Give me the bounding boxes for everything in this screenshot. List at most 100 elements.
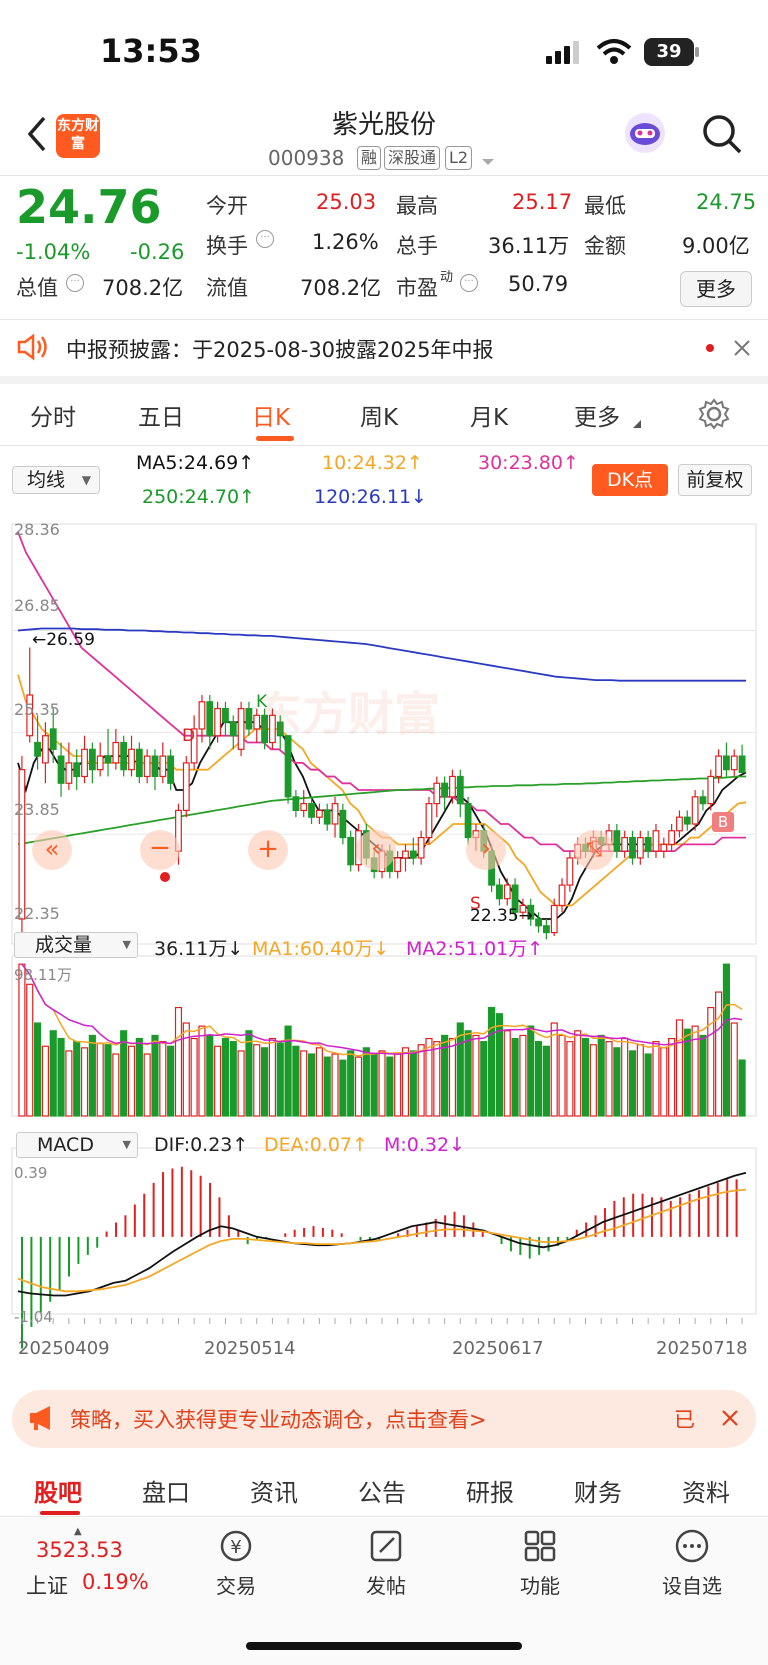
scroll-left-fast-button[interactable]: « [32, 830, 72, 870]
tab-daily-k[interactable]: 日K [252, 398, 290, 432]
macd-dif-line [17, 1171, 747, 1297]
volume-bar [433, 1041, 441, 1117]
candle-body [88, 748, 96, 771]
gear-icon[interactable] [698, 398, 730, 430]
macd-m-label: M:0.32↓ [384, 1134, 466, 1156]
quote-panel: 24.76 -1.04% -0.26 今开 25.03 最高 25.17 最低 … [0, 176, 768, 320]
more-button[interactable]: 更多 [680, 271, 752, 307]
zoom-dot [160, 872, 170, 882]
volume-bar [386, 1056, 394, 1117]
high-marker: ←26.59 [32, 630, 95, 650]
tab-research[interactable]: 研报 [466, 1473, 514, 1508]
tab-intraday[interactable]: 分时 [30, 398, 76, 432]
zoom-out-button[interactable]: − [140, 830, 180, 870]
stock-code: 000938 [268, 146, 345, 170]
change-amount: -0.26 [130, 240, 185, 264]
dropdown-arrow-icon: ▼ [81, 473, 91, 487]
tag-margin: 融 [357, 146, 382, 170]
info-dots-icon[interactable]: ··· [66, 274, 84, 292]
tab-monthly-k[interactable]: 月K [470, 398, 508, 432]
volume-bar [49, 1030, 57, 1117]
nav-trade[interactable]: ¥ 交易 [186, 1528, 286, 1599]
tab-forum[interactable]: 股吧 [34, 1473, 82, 1508]
candle-body [222, 707, 229, 723]
candle-body [135, 748, 143, 778]
index-widget[interactable]: ▲ 3523.53 上证 0.19% [20, 1526, 160, 1602]
index-change: 0.19% [82, 1570, 149, 1594]
tag-l2: L2 [445, 146, 473, 170]
signal-b: B [712, 812, 734, 832]
tab-five-day[interactable]: 五日 [138, 398, 184, 432]
close-icon[interactable] [720, 1408, 740, 1428]
tab-finance[interactable]: 财务 [574, 1473, 622, 1508]
volume-bar [174, 1006, 183, 1117]
tab-market-depth[interactable]: 盘口 [142, 1473, 190, 1508]
volume-ma1-line [21, 963, 743, 1057]
chevron-down-icon[interactable] [481, 152, 495, 165]
search-icon[interactable] [700, 112, 744, 156]
volume-indicator-select[interactable]: 成交量 ▼ [14, 932, 138, 958]
candle-body [206, 701, 214, 737]
volume-bar [394, 1053, 402, 1117]
nav-watchlist-label: 设自选 [662, 1574, 722, 1598]
volume-bar [722, 963, 731, 1117]
volume-bar [18, 963, 26, 1117]
tab-announcements[interactable]: 公告 [358, 1473, 406, 1508]
grid-icon [520, 1528, 560, 1564]
info-tabs: 股吧 盘口 资讯 公告 研报 财务 资料 [0, 1455, 768, 1517]
volume-bar [88, 1034, 96, 1117]
zoom-in-button[interactable]: + [248, 830, 288, 870]
volume-bar [589, 1044, 597, 1117]
scroll-right-button[interactable]: › [466, 830, 506, 870]
tab-more[interactable]: 更多 [574, 398, 620, 432]
amount-value: 9.00亿 [682, 234, 750, 258]
macd-indicator-select[interactable]: MACD ▼ [16, 1132, 138, 1158]
volume-bar [57, 1037, 65, 1117]
scroll-left-button[interactable]: ‹ [356, 830, 396, 870]
ma120-label: 120:26.11↓ [314, 486, 427, 508]
candle-body [315, 809, 323, 818]
kline-chart-area: 均线 ▼ MA5:24.69↑ 10:24.32↑ 30:23.80↑ 250:… [0, 446, 768, 1376]
volume-bar [104, 1044, 112, 1117]
nav-functions[interactable]: 功能 [490, 1528, 590, 1599]
ma-line-ma120 [17, 627, 746, 682]
promo-banner[interactable]: 策略，买入获得更专业动态调仓，点击查看> 已 [12, 1390, 756, 1448]
y-tick-3: 25.35 [14, 700, 60, 719]
notice-text: 中报预披露：于2025-08-30披露2025年中报 [66, 338, 494, 362]
candle-body [496, 884, 503, 900]
volume-bar [151, 1034, 159, 1117]
fullscreen-button[interactable]: ⤡ [574, 830, 614, 870]
stock-header: 东方财富 紫光股份 000938 融 深股通 L2 [0, 100, 768, 176]
volume-value-label: 36.11万↓ [154, 938, 244, 960]
candle-body [41, 735, 49, 764]
nav-post[interactable]: 发帖 [336, 1528, 436, 1599]
tab-weekly-k[interactable]: 周K [360, 398, 398, 432]
candle-body [300, 803, 308, 812]
candle-body [229, 721, 237, 737]
volume-bar [480, 1041, 488, 1117]
tab-active-underline [256, 436, 294, 441]
dk-point-button[interactable]: DK点 [592, 464, 668, 496]
nav-watchlist[interactable]: 设自选 [642, 1528, 742, 1599]
volume-bar [668, 1037, 676, 1117]
candle-body [425, 803, 433, 839]
volume-bar [652, 1041, 660, 1117]
tab-profile[interactable]: 资料 [682, 1473, 730, 1508]
notice-bar[interactable]: 中报预披露：于2025-08-30披露2025年中报 [0, 320, 768, 384]
robot-assistant-icon[interactable] [622, 110, 668, 156]
macd-y-bottom: -1.04 [14, 1308, 53, 1326]
candle-body [347, 836, 355, 866]
close-icon[interactable] [732, 338, 752, 358]
info-dots-icon[interactable]: ··· [256, 230, 274, 248]
info-dots-icon[interactable]: ··· [460, 274, 478, 292]
pe-value: 50.79 [508, 272, 569, 296]
candle-body [237, 707, 245, 750]
candle-body [715, 755, 723, 778]
adjust-button[interactable]: 前复权 [678, 464, 752, 496]
high-label: 最高 [396, 194, 438, 218]
indicator-select[interactable]: 均线 ▼ [12, 466, 100, 494]
volume-bar [214, 1045, 222, 1117]
tab-news[interactable]: 资讯 [250, 1473, 298, 1508]
change-percent: -1.04% [16, 240, 91, 264]
candle-body [394, 857, 402, 873]
